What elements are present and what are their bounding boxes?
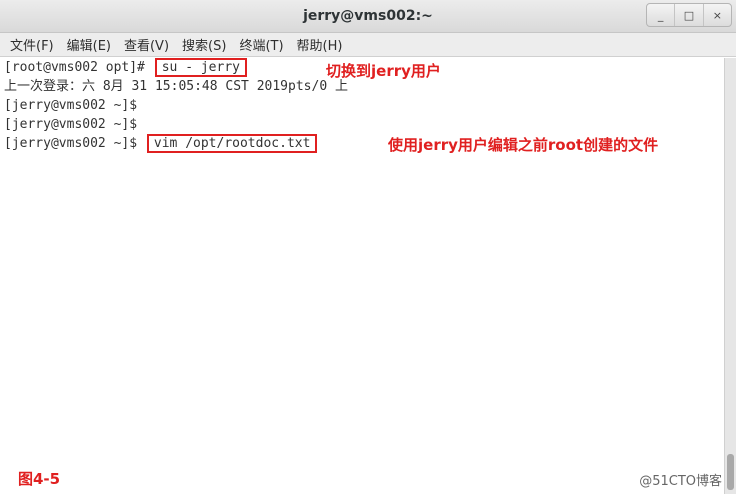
terminal-line: [jerry@vms002 ~]$ bbox=[4, 115, 145, 134]
terminal-line: [jerry@vms002 ~]$ bbox=[4, 96, 145, 115]
vertical-scrollbar[interactable] bbox=[724, 58, 736, 494]
menu-search[interactable]: 搜索(S) bbox=[176, 35, 232, 54]
figure-label: 图4-5 bbox=[18, 470, 61, 488]
window-controls: _ □ × bbox=[646, 3, 732, 27]
terminal-line: 上一次登录：六 8月 31 15:05:48 CST 2019pts/0 上 bbox=[4, 79, 348, 94]
highlighted-command: su - jerry bbox=[154, 58, 247, 77]
menu-edit[interactable]: 编辑(E) bbox=[61, 35, 117, 54]
terminal-line: [root@vms002 opt]# su - jerry bbox=[4, 58, 247, 77]
shell-prompt: [jerry@vms002 ~]$ bbox=[4, 136, 145, 151]
menu-bar: 文件(F) 编辑(E) 查看(V) 搜索(S) 终端(T) 帮助(H) bbox=[0, 33, 736, 57]
shell-prompt: [jerry@vms002 ~]$ bbox=[4, 98, 145, 113]
title-bar[interactable]: jerry@vms002:~ _ □ × bbox=[0, 0, 736, 33]
terminal-output[interactable]: [root@vms002 opt]# su - jerry 上一次登录：六 8月… bbox=[0, 58, 724, 494]
annotation-edit-file: 使用jerry用户编辑之前root创建的文件 bbox=[388, 136, 659, 154]
menu-file[interactable]: 文件(F) bbox=[4, 35, 60, 54]
close-button[interactable]: × bbox=[704, 4, 731, 26]
watermark: @51CTO博客 bbox=[639, 474, 722, 489]
window-title: jerry@vms002:~ bbox=[303, 8, 433, 24]
shell-prompt: [jerry@vms002 ~]$ bbox=[4, 117, 145, 132]
terminal-window: jerry@vms002:~ _ □ × 文件(F) 编辑(E) 查看(V) 搜… bbox=[0, 0, 736, 494]
menu-help[interactable]: 帮助(H) bbox=[291, 35, 349, 54]
menu-terminal[interactable]: 终端(T) bbox=[233, 35, 289, 54]
menu-view[interactable]: 查看(V) bbox=[118, 35, 175, 54]
annotation-switch-user: 切换到jerry用户 bbox=[326, 62, 441, 80]
shell-prompt: [root@vms002 opt]# bbox=[4, 60, 153, 75]
maximize-button[interactable]: □ bbox=[675, 4, 704, 26]
minimize-button[interactable]: _ bbox=[647, 4, 676, 26]
scrollbar-thumb[interactable] bbox=[727, 454, 734, 490]
terminal-line: [jerry@vms002 ~]$ vim /opt/rootdoc.txt bbox=[4, 134, 318, 153]
highlighted-command: vim /opt/rootdoc.txt bbox=[146, 134, 318, 153]
